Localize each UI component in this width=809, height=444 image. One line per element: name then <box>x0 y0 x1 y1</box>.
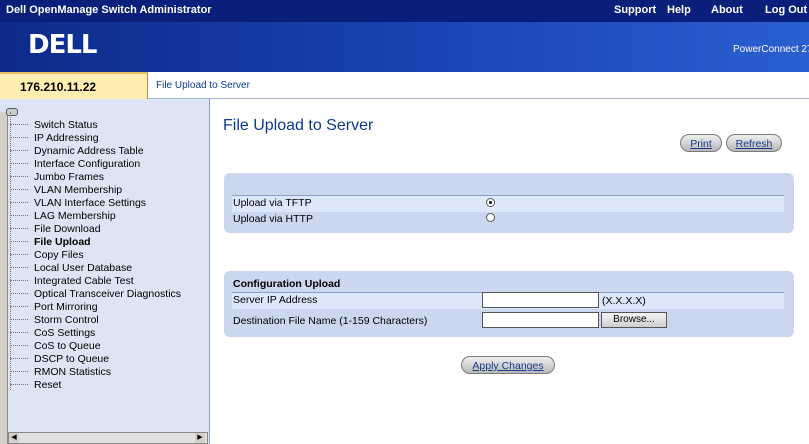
tree-connector <box>10 319 28 321</box>
section-heading: Configuration Upload <box>233 278 341 290</box>
sidebar-item-storm-control[interactable]: Storm Control <box>10 314 99 327</box>
sidebar-item-label: File Upload <box>34 236 91 248</box>
sidebar-item-label: VLAN Interface Settings <box>34 197 147 209</box>
row-upload-tftp <box>232 195 784 212</box>
sidebar-item-optical-transceiver-diagnostics[interactable]: Optical Transceiver Diagnostics <box>10 288 181 301</box>
sidebar-item-file-download[interactable]: File Download <box>10 223 101 236</box>
tree-connector <box>10 358 28 360</box>
upload-tftp-label: Upload via TFTP <box>233 197 312 209</box>
tree-connector <box>10 254 28 256</box>
dell-logo: DELL <box>28 30 97 60</box>
sidebar-item-file-upload[interactable]: File Upload <box>10 236 91 249</box>
server-ip-label: Server IP Address <box>233 294 318 306</box>
banner: DELL PowerConnect 2748 <box>0 22 809 72</box>
sidebar-item-label: RMON Statistics <box>34 366 112 378</box>
sidebar-item-lag-membership[interactable]: LAG Membership <box>10 210 116 223</box>
scroll-left-icon[interactable]: ◀ <box>9 433 19 443</box>
sidebar-item-cos-to-queue[interactable]: CoS to Queue <box>10 340 101 353</box>
tree-connector <box>10 306 28 308</box>
sidebar-item-switch-status[interactable]: Switch Status <box>10 119 98 132</box>
sidebar-item-port-mirroring[interactable]: Port Mirroring <box>10 301 98 314</box>
sidebar-item-label: Integrated Cable Test <box>34 275 134 287</box>
tree-connector <box>10 293 28 295</box>
help-link[interactable]: Help <box>667 4 691 16</box>
sidebar-item-label: File Download <box>34 223 101 235</box>
about-link[interactable]: About <box>711 4 743 16</box>
destination-file-input[interactable] <box>482 312 599 328</box>
device-icon <box>6 108 18 116</box>
sidebar-item-vlan-interface-settings[interactable]: VLAN Interface Settings <box>10 197 146 210</box>
destination-file-label: Destination File Name (1-159 Characters) <box>233 315 428 327</box>
support-link[interactable]: Support <box>614 4 656 16</box>
server-ip-input[interactable] <box>482 292 599 308</box>
sidebar-item-label: Storm Control <box>34 314 99 326</box>
sidebar-item-dynamic-address-table[interactable]: Dynamic Address Table <box>10 145 144 158</box>
scroll-right-icon[interactable]: ▶ <box>195 433 205 443</box>
tree-connector <box>10 280 28 282</box>
sidebar-item-label: Interface Configuration <box>34 158 141 170</box>
sidebar-item-label: LAG Membership <box>34 210 116 222</box>
sidebar-item-label: Copy Files <box>34 249 84 261</box>
ip-address: 176.210.11.22 <box>20 80 97 94</box>
sidebar-item-label: VLAN Membership <box>34 184 123 196</box>
page-title: File Upload to Server <box>223 117 374 134</box>
upload-tftp-radio[interactable] <box>486 198 495 207</box>
sidebar-item-label: Reset <box>34 379 62 391</box>
tree-connector <box>10 176 28 178</box>
sidebar-item-label: CoS to Queue <box>34 340 101 352</box>
sidebar-item-cos-settings[interactable]: CoS Settings <box>10 327 95 340</box>
ip-address-box: 176.210.11.22 <box>0 72 148 99</box>
sidebar-item-label: Port Mirroring <box>34 301 98 313</box>
upload-http-radio[interactable] <box>486 213 495 222</box>
tree-connector <box>10 345 28 347</box>
tree-connector <box>10 202 28 204</box>
tree-connector <box>10 267 28 269</box>
app-title: Dell OpenManage Switch Administrator <box>6 4 212 16</box>
sidebar-item-label: Optical Transceiver Diagnostics <box>34 288 182 300</box>
sidebar-item-vlan-membership[interactable]: VLAN Membership <box>10 184 122 197</box>
refresh-button[interactable]: Refresh <box>726 134 782 152</box>
top-bar: Dell OpenManage Switch Administrator Sup… <box>0 0 809 22</box>
sidebar-item-interface-configuration[interactable]: Interface Configuration <box>10 158 140 171</box>
sidebar-item-local-user-database[interactable]: Local User Database <box>10 262 132 275</box>
sidebar-item-label: IP Addressing <box>34 132 99 144</box>
horizontal-scrollbar[interactable]: ◀ ▶ <box>8 432 208 444</box>
sidebar-item-label: DSCP to Queue <box>34 353 110 365</box>
upload-http-label: Upload via HTTP <box>233 213 313 225</box>
tree-connector <box>10 371 28 373</box>
sidebar-item-label: Switch Status <box>34 119 98 131</box>
sidebar-item-label: Local User Database <box>34 262 133 274</box>
breadcrumb: File Upload to Server <box>156 80 250 91</box>
tree-connector <box>10 124 28 126</box>
breadcrumb-bar: File Upload to Server <box>148 72 809 99</box>
sidebar-item-label: Dynamic Address Table <box>34 145 144 157</box>
apply-changes-button[interactable]: Apply Changes <box>461 356 555 374</box>
sidebar-item-dscp-to-queue[interactable]: DSCP to Queue <box>10 353 109 366</box>
tree-connector <box>10 150 28 152</box>
sidebar-item-copy-files[interactable]: Copy Files <box>10 249 84 262</box>
product-name: PowerConnect 2748 <box>733 44 809 55</box>
sidebar-item-rmon-statistics[interactable]: RMON Statistics <box>10 366 111 379</box>
sidebar-item-ip-addressing[interactable]: IP Addressing <box>10 132 99 145</box>
sidebar-item-integrated-cable-test[interactable]: Integrated Cable Test <box>10 275 134 288</box>
tree-connector <box>10 241 28 243</box>
tree-connector <box>10 163 28 165</box>
logout-link[interactable]: Log Out <box>765 4 807 16</box>
tree-connector <box>10 189 28 191</box>
tree-connector <box>10 137 28 139</box>
server-ip-hint: (X.X.X.X) <box>602 295 646 307</box>
sidebar-item-label: Jumbo Frames <box>34 171 105 183</box>
browse-button[interactable]: Browse... <box>601 312 667 328</box>
sidebar-item-reset[interactable]: Reset <box>10 379 61 392</box>
tree-connector <box>10 384 28 386</box>
sidebar-item-jumbo-frames[interactable]: Jumbo Frames <box>10 171 104 184</box>
tree-connector <box>10 332 28 334</box>
tree-connector <box>10 228 28 230</box>
print-button[interactable]: Print <box>680 134 722 152</box>
vertical-scrollbar[interactable] <box>0 112 8 444</box>
tree-connector <box>10 215 28 217</box>
sidebar-item-label: CoS Settings <box>34 327 96 339</box>
